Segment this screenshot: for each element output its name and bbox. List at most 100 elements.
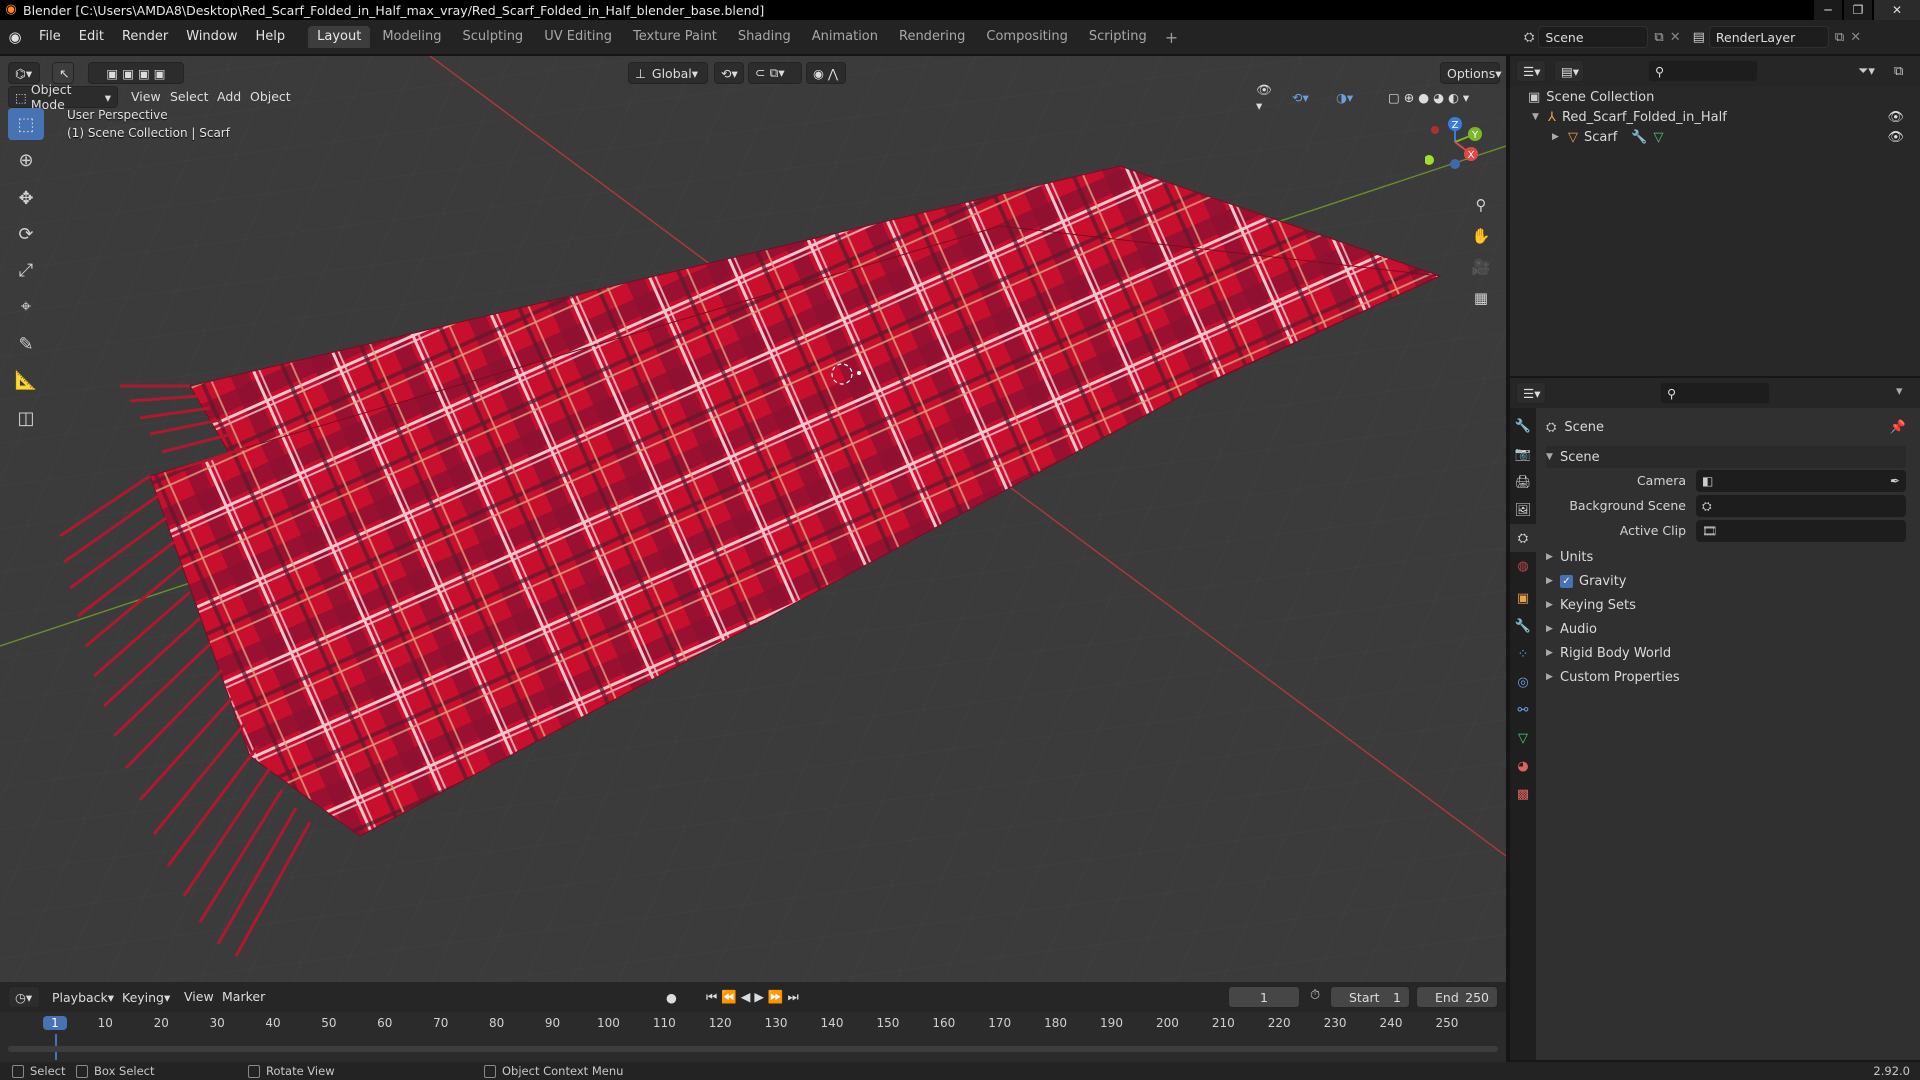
- playback-menu[interactable]: Playback ▾: [46, 986, 114, 1008]
- cursor-tool-icon[interactable]: ⊕: [8, 144, 44, 176]
- visibility-eye-icon[interactable]: 👁: [1887, 110, 1904, 125]
- menu-edit[interactable]: Edit: [70, 20, 113, 54]
- snapping-icon[interactable]: ⊂ ⧉▾: [748, 62, 802, 84]
- select-tool-icon[interactable]: ↖: [52, 62, 74, 84]
- zoom-icon[interactable]: ⚲: [1468, 192, 1494, 218]
- move-tool-icon[interactable]: ✥: [8, 182, 44, 214]
- eyedropper-icon[interactable]: ✒: [1890, 474, 1900, 488]
- rotate-tool-icon[interactable]: ⟳: [8, 218, 44, 250]
- outliner-row-collection[interactable]: ▼ ⅄ Red_Scarf_Folded_in_Half 👁: [1532, 106, 1912, 128]
- outliner-row-scarf[interactable]: ▶ ▽ Scarf 🔧 ▽ 👁: [1552, 126, 1912, 148]
- menu-help[interactable]: Help: [247, 20, 295, 54]
- view-layer-selector[interactable]: RenderLayer: [1708, 26, 1829, 48]
- subpanel-audio[interactable]: ▶ Audio: [1546, 618, 1906, 640]
- navigation-gizmo[interactable]: Z Y X: [1424, 112, 1495, 182]
- scene-panel-header[interactable]: ▼ Scene: [1546, 446, 1906, 468]
- pivot-point-icon[interactable]: ⟲▾: [714, 62, 744, 84]
- timeline-editor-type-icon[interactable]: ◷▾: [8, 986, 40, 1008]
- menu-render[interactable]: Render: [113, 20, 177, 54]
- remove-scene-icon[interactable]: ✕: [1670, 30, 1681, 45]
- record-icon[interactable]: ●: [660, 986, 690, 1008]
- tab-compositing[interactable]: Compositing: [977, 26, 1077, 48]
- scale-tool-icon[interactable]: ⤢: [8, 254, 44, 286]
- subpanel-rigid-body-world[interactable]: ▶ Rigid Body World: [1546, 642, 1906, 664]
- visibility-icon[interactable]: 👁▾: [1250, 82, 1280, 113]
- tab-texture-paint[interactable]: Texture Paint: [624, 26, 726, 48]
- scene-tab-icon[interactable]: ⛭: [1510, 524, 1536, 552]
- remove-view-layer-icon[interactable]: ✕: [1850, 30, 1861, 45]
- world-tab-icon[interactable]: ◍: [1510, 552, 1536, 580]
- start-frame-field[interactable]: Start 1: [1330, 986, 1410, 1008]
- timeline-scrollbar[interactable]: [8, 1046, 1498, 1052]
- tab-animation[interactable]: Animation: [803, 26, 887, 48]
- view-layer-tab-icon[interactable]: 🖼: [1510, 496, 1536, 524]
- new-collection-icon[interactable]: ⧉: [1894, 64, 1903, 79]
- object-tab-icon[interactable]: ▣: [1510, 584, 1536, 612]
- timeline-view-menu[interactable]: View: [184, 986, 214, 1008]
- properties-search-input[interactable]: ⚲: [1660, 382, 1770, 404]
- gizmo-toggle-icon[interactable]: ⟲▾: [1286, 86, 1324, 108]
- panel-collapse-icon[interactable]: ▼: [1546, 452, 1560, 462]
- options-button[interactable]: Options ▾: [1440, 62, 1502, 84]
- menu-file[interactable]: File: [30, 20, 70, 54]
- subpanel-units[interactable]: ▶ Units: [1546, 546, 1906, 568]
- viewport-menu-object[interactable]: Object: [250, 86, 291, 108]
- annotate-tool-icon[interactable]: ✎: [8, 328, 44, 360]
- display-mode-icon[interactable]: ▤▾: [1554, 60, 1584, 82]
- scene-icon[interactable]: ⛭: [1524, 30, 1534, 45]
- close-button[interactable]: ✕: [1874, 0, 1920, 20]
- constraints-tab-icon[interactable]: ⚯: [1510, 696, 1536, 724]
- gravity-checkbox[interactable]: ✓: [1560, 574, 1573, 588]
- pan-hand-icon[interactable]: ✋: [1468, 223, 1494, 249]
- viewport-menu-select[interactable]: Select: [170, 86, 209, 108]
- transform-orientation[interactable]: ⊥ Global ▾: [628, 62, 708, 84]
- physics-tab-icon[interactable]: ◎: [1510, 668, 1536, 696]
- view-layer-icon[interactable]: ▤: [1693, 30, 1705, 45]
- data-tab-icon[interactable]: ▽: [1510, 724, 1536, 752]
- scene-selector[interactable]: Scene: [1538, 26, 1649, 48]
- editor-type-icon[interactable]: ⌬▾: [8, 62, 40, 84]
- add-cube-tool-icon[interactable]: ◫: [8, 402, 44, 434]
- subpanel-custom-properties[interactable]: ▶ Custom Properties: [1546, 666, 1906, 688]
- overlay-toggle-icon[interactable]: ◑▾: [1330, 86, 1370, 108]
- selection-mode-icons[interactable]: ▣ ▣ ▣ ▣: [88, 62, 184, 84]
- properties-options-icon[interactable]: ▾: [1896, 384, 1903, 399]
- new-scene-icon[interactable]: ⧉: [1654, 30, 1663, 45]
- end-frame-field[interactable]: End 250: [1416, 986, 1498, 1008]
- camera-view-icon[interactable]: 🎥: [1468, 254, 1494, 280]
- modifier-tab-icon[interactable]: 🔧: [1510, 612, 1536, 640]
- shading-mode-icons[interactable]: ▢ ⊕ ● ◕ ◐ ▾: [1382, 86, 1492, 108]
- texture-tab-icon[interactable]: ▩: [1510, 780, 1536, 808]
- select-box-tool-icon[interactable]: ⬚: [8, 108, 44, 140]
- outliner-search-input[interactable]: ⚲: [1648, 60, 1758, 82]
- pin-icon[interactable]: 📌: [1890, 420, 1906, 435]
- add-workspace-icon[interactable]: +: [1159, 28, 1184, 47]
- viewport-menu-add[interactable]: Add: [217, 86, 241, 108]
- object-mode-selector[interactable]: ⬚ Object Mode ▾: [8, 82, 118, 112]
- outliner-editor-type-icon[interactable]: ☰▾: [1516, 60, 1546, 82]
- visibility-eye-icon[interactable]: 👁: [1887, 130, 1904, 145]
- transform-tool-icon[interactable]: ⌖: [8, 290, 44, 322]
- material-tab-icon[interactable]: ◕: [1510, 752, 1536, 780]
- render-tab-icon[interactable]: 📷: [1510, 440, 1536, 468]
- tab-sculpting[interactable]: Sculpting: [453, 26, 532, 48]
- minimize-button[interactable]: ─: [1814, 0, 1842, 20]
- background-scene-field[interactable]: ⛭: [1696, 495, 1906, 517]
- camera-field[interactable]: ◧ ✒: [1696, 470, 1906, 492]
- tab-layout[interactable]: Layout: [308, 26, 371, 48]
- subpanel-keying-sets[interactable]: ▶ Keying Sets: [1546, 594, 1906, 616]
- tool-tab-icon[interactable]: 🔧: [1510, 412, 1536, 440]
- expand-arrow-icon[interactable]: ▼: [1532, 112, 1546, 122]
- menu-window[interactable]: Window: [177, 20, 246, 54]
- output-tab-icon[interactable]: 🖨: [1510, 468, 1536, 496]
- outliner-row-scene-collection[interactable]: ▣ Scene Collection: [1528, 86, 1906, 108]
- stopwatch-icon[interactable]: ⏱: [1310, 988, 1320, 1003]
- particles-tab-icon[interactable]: ⁘: [1510, 640, 1536, 668]
- 3d-viewport[interactable]: [0, 56, 1506, 982]
- ortho-grid-icon[interactable]: ▦: [1468, 285, 1494, 311]
- current-frame-field[interactable]: 1: [1228, 986, 1300, 1008]
- marker-menu[interactable]: Marker: [222, 986, 265, 1008]
- properties-editor-type-icon[interactable]: ☰▾: [1516, 382, 1546, 404]
- expand-arrow-icon[interactable]: ▶: [1552, 132, 1566, 142]
- maximize-button[interactable]: ❐: [1844, 0, 1872, 20]
